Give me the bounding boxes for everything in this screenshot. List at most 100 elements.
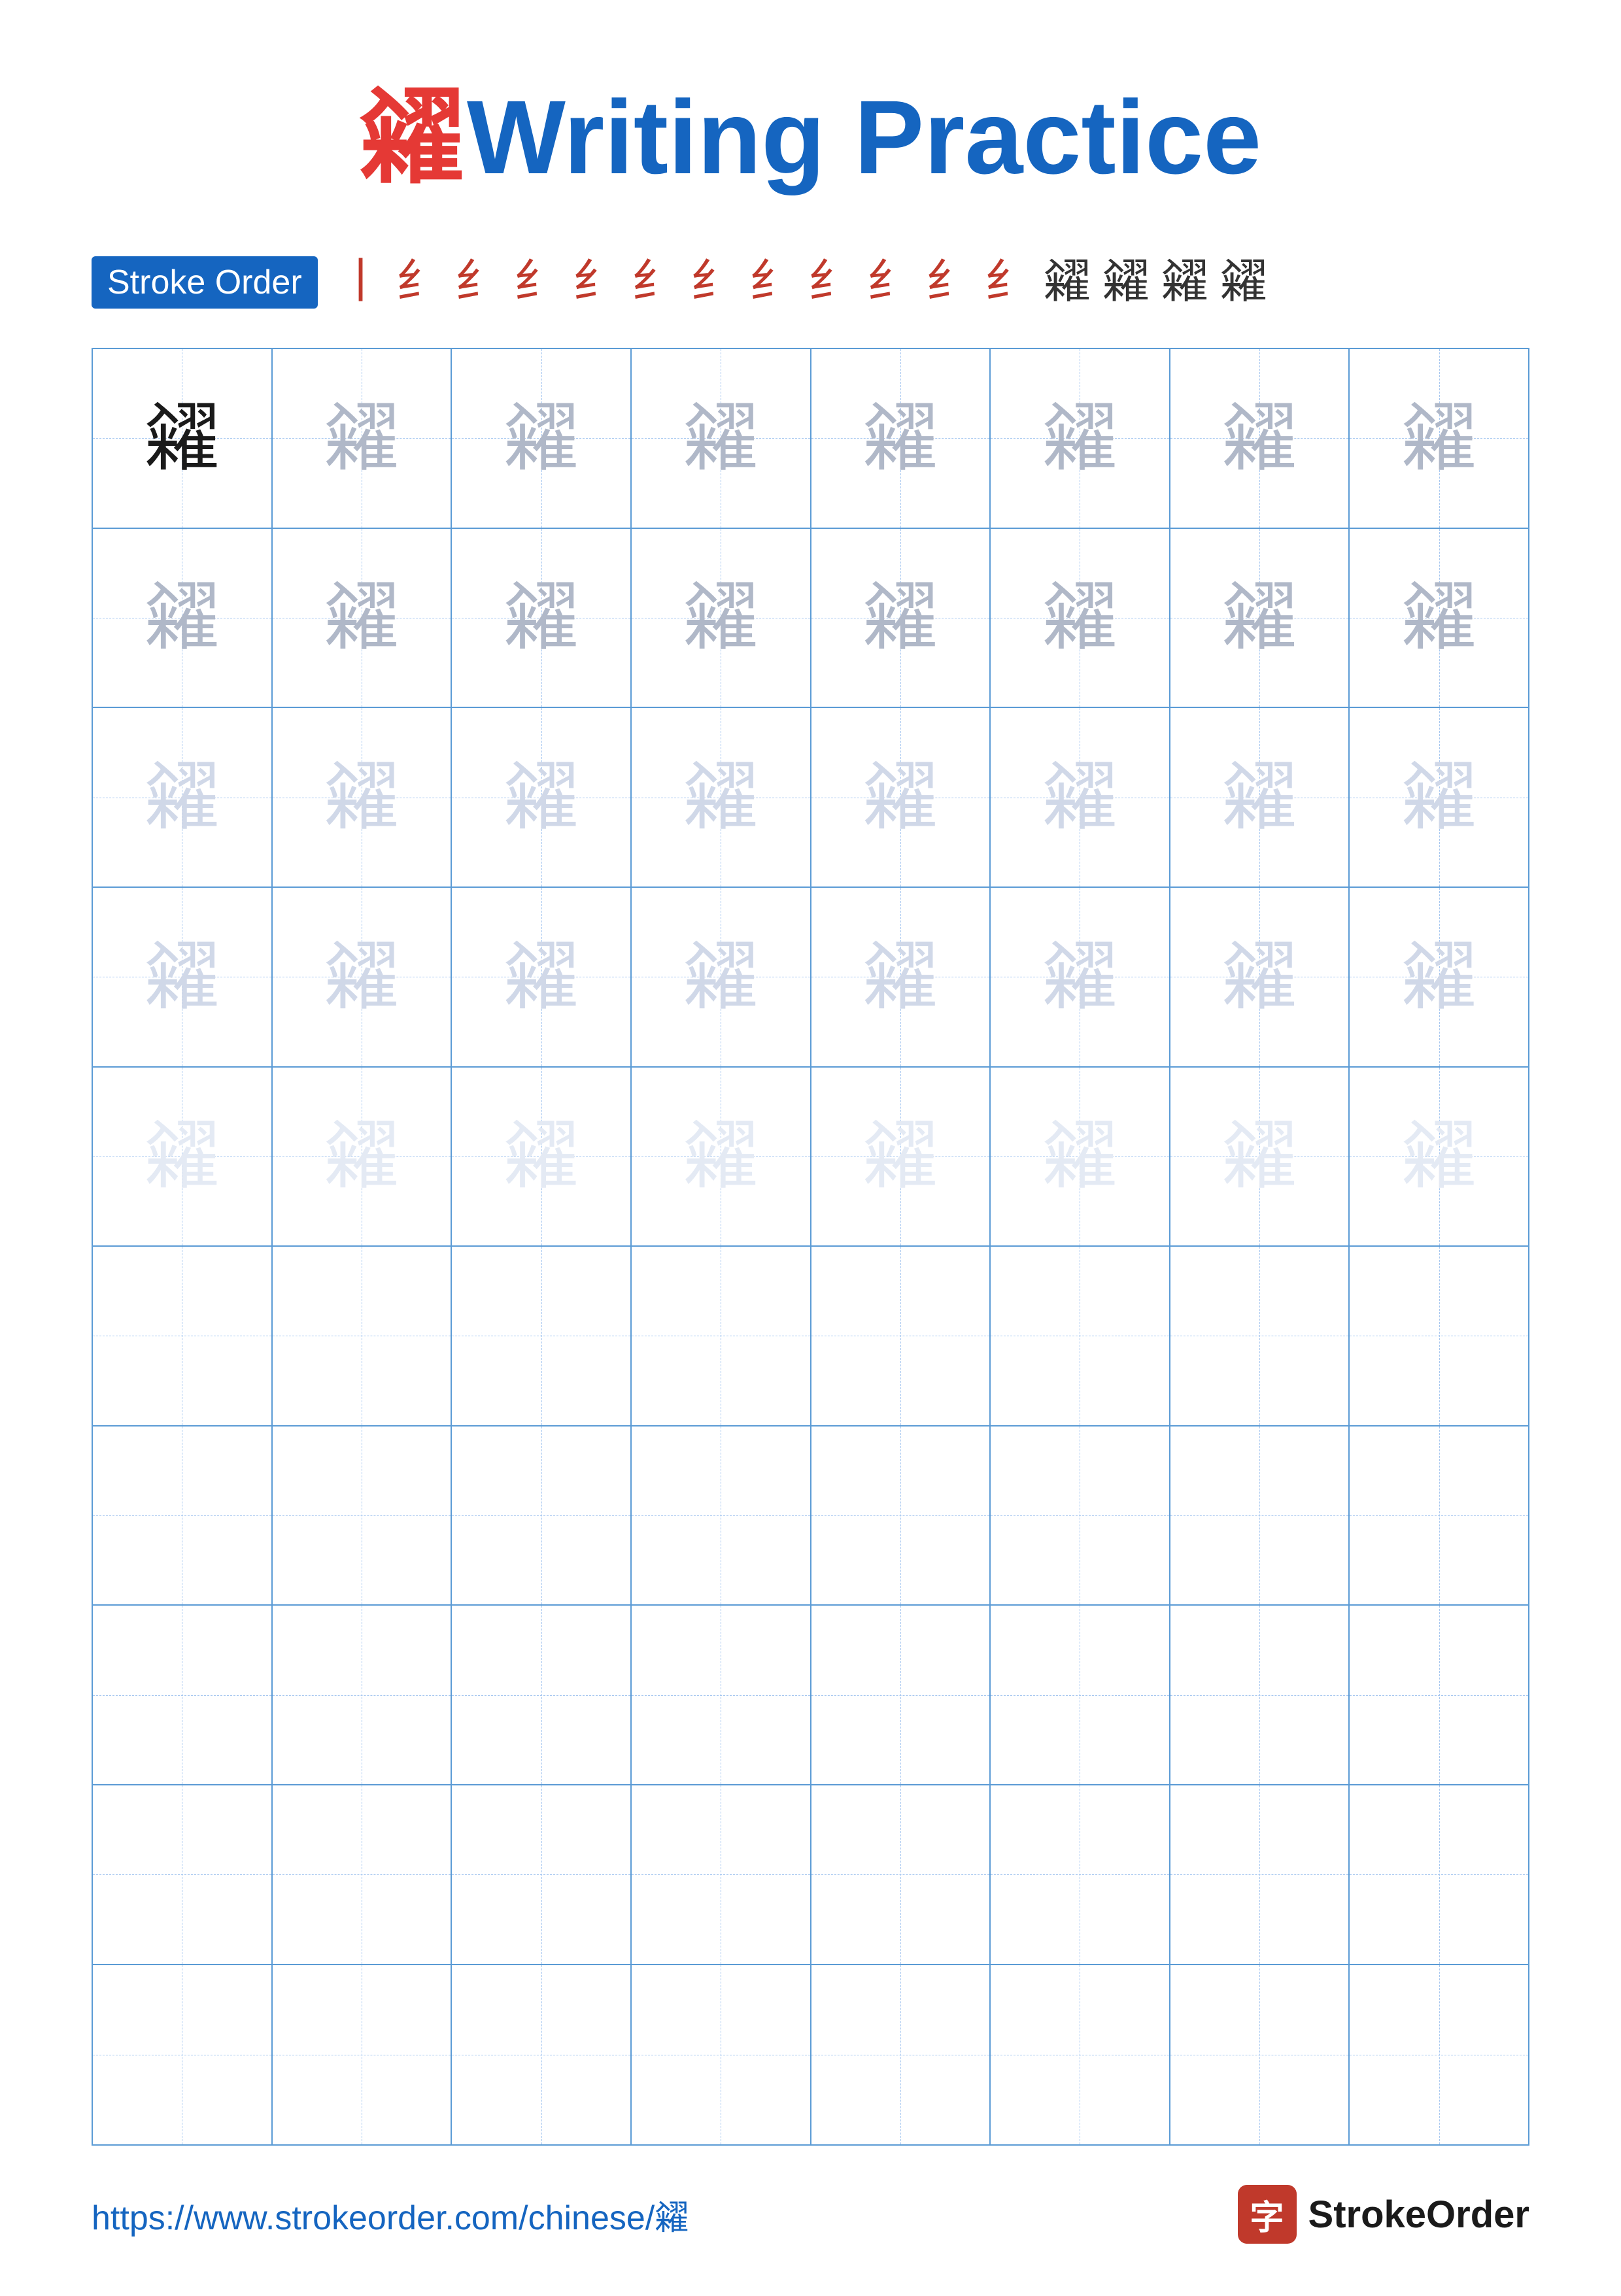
grid-cell-5-8[interactable]: 糴 [1350, 1068, 1528, 1247]
grid-cell-4-3[interactable]: 糴 [452, 888, 632, 1068]
grid-cell-9-1[interactable] [93, 1785, 273, 1965]
char-display: 糴 [503, 939, 579, 1015]
char-display: 糴 [324, 1119, 399, 1194]
grid-cell-9-4[interactable] [632, 1785, 811, 1965]
grid-cell-5-5[interactable]: 糴 [811, 1068, 991, 1247]
grid-cell-6-4[interactable] [632, 1247, 811, 1427]
char-display: 糴 [503, 1119, 579, 1194]
grid-cell-7-8[interactable] [1350, 1427, 1528, 1606]
char-display: 糴 [862, 1119, 938, 1194]
grid-cell-2-7[interactable]: 糴 [1170, 529, 1350, 709]
char-display: 糴 [683, 1119, 759, 1194]
grid-cell-3-4[interactable]: 糴 [632, 708, 811, 888]
grid-cell-4-4[interactable]: 糴 [632, 888, 811, 1068]
grid-cell-4-8[interactable]: 糴 [1350, 888, 1528, 1068]
grid-cell-3-1[interactable]: 糴 [93, 708, 273, 888]
grid-cell-2-1[interactable]: 糴 [93, 529, 273, 709]
grid-cell-6-1[interactable] [93, 1247, 273, 1427]
footer-url[interactable]: https://www.strokeorder.com/chinese/糴 [92, 2190, 689, 2239]
grid-cell-2-3[interactable]: 糴 [452, 529, 632, 709]
stroke-4: 纟 [514, 256, 561, 308]
grid-cell-8-4[interactable] [632, 1606, 811, 1785]
grid-cell-8-7[interactable] [1170, 1606, 1350, 1785]
grid-cell-9-5[interactable] [811, 1785, 991, 1965]
grid-cell-3-2[interactable]: 糴 [273, 708, 452, 888]
char-display: 糴 [683, 401, 759, 476]
grid-cell-1-4[interactable]: 糴 [632, 349, 811, 529]
grid-row-9 [93, 1785, 1528, 1965]
grid-cell-2-6[interactable]: 糴 [991, 529, 1170, 709]
grid-cell-10-1[interactable] [93, 1965, 273, 2145]
grid-cell-7-3[interactable] [452, 1427, 632, 1606]
grid-cell-5-2[interactable]: 糴 [273, 1068, 452, 1247]
char-display: 糴 [862, 760, 938, 835]
grid-cell-2-2[interactable]: 糴 [273, 529, 452, 709]
grid-cell-5-1[interactable]: 糴 [93, 1068, 273, 1247]
grid-cell-6-5[interactable] [811, 1247, 991, 1427]
logo-icon: 字 [1238, 2185, 1297, 2244]
grid-cell-9-6[interactable] [991, 1785, 1170, 1965]
grid-cell-4-1[interactable]: 糴 [93, 888, 273, 1068]
grid-cell-3-7[interactable]: 糴 [1170, 708, 1350, 888]
grid-cell-5-4[interactable]: 糴 [632, 1068, 811, 1247]
grid-cell-6-2[interactable] [273, 1247, 452, 1427]
char-display: 糴 [862, 401, 938, 476]
grid-cell-2-8[interactable]: 糴 [1350, 529, 1528, 709]
grid-cell-6-8[interactable] [1350, 1247, 1528, 1427]
char-display: 糴 [324, 939, 399, 1015]
grid-cell-10-7[interactable] [1170, 1965, 1350, 2145]
grid-cell-8-6[interactable] [991, 1606, 1170, 1785]
stroke-11: 纟 [926, 256, 973, 308]
grid-cell-5-3[interactable]: 糴 [452, 1068, 632, 1247]
grid-cell-7-6[interactable] [991, 1427, 1170, 1606]
grid-cell-5-7[interactable]: 糴 [1170, 1068, 1350, 1247]
grid-cell-8-1[interactable] [93, 1606, 273, 1785]
grid-cell-5-6[interactable]: 糴 [991, 1068, 1170, 1247]
grid-cell-7-5[interactable] [811, 1427, 991, 1606]
grid-cell-3-6[interactable]: 糴 [991, 708, 1170, 888]
grid-cell-1-3[interactable]: 糴 [452, 349, 632, 529]
grid-cell-3-5[interactable]: 糴 [811, 708, 991, 888]
grid-cell-6-7[interactable] [1170, 1247, 1350, 1427]
grid-cell-9-2[interactable] [273, 1785, 452, 1965]
char-display: 糴 [683, 580, 759, 655]
grid-cell-10-4[interactable] [632, 1965, 811, 2145]
grid-cell-9-7[interactable] [1170, 1785, 1350, 1965]
grid-cell-1-6[interactable]: 糴 [991, 349, 1170, 529]
char-display: 糴 [1042, 401, 1118, 476]
grid-cell-8-8[interactable] [1350, 1606, 1528, 1785]
grid-cell-3-8[interactable]: 糴 [1350, 708, 1528, 888]
grid-cell-6-3[interactable] [452, 1247, 632, 1427]
grid-cell-1-2[interactable]: 糴 [273, 349, 452, 529]
grid-cell-7-2[interactable] [273, 1427, 452, 1606]
grid-cell-1-7[interactable]: 糴 [1170, 349, 1350, 529]
grid-cell-4-6[interactable]: 糴 [991, 888, 1170, 1068]
grid-cell-9-3[interactable] [452, 1785, 632, 1965]
grid-cell-3-3[interactable]: 糴 [452, 708, 632, 888]
grid-cell-4-7[interactable]: 糴 [1170, 888, 1350, 1068]
grid-cell-1-8[interactable]: 糴 [1350, 349, 1528, 529]
grid-cell-10-2[interactable] [273, 1965, 452, 2145]
grid-cell-9-8[interactable] [1350, 1785, 1528, 1965]
grid-cell-8-2[interactable] [273, 1606, 452, 1785]
grid-cell-2-5[interactable]: 糴 [811, 529, 991, 709]
grid-cell-10-8[interactable] [1350, 1965, 1528, 2145]
char-display: 糴 [683, 939, 759, 1015]
grid-cell-8-3[interactable] [452, 1606, 632, 1785]
grid-cell-10-3[interactable] [452, 1965, 632, 2145]
stroke-13: 糴 [1044, 256, 1091, 308]
grid-cell-4-2[interactable]: 糴 [273, 888, 452, 1068]
grid-cell-1-5[interactable]: 糴 [811, 349, 991, 529]
grid-cell-8-5[interactable] [811, 1606, 991, 1785]
grid-cell-2-4[interactable]: 糴 [632, 529, 811, 709]
char-display: 糴 [503, 401, 579, 476]
grid-cell-7-4[interactable] [632, 1427, 811, 1606]
grid-cell-1-1[interactable]: 糴 [93, 349, 273, 529]
grid-cell-6-6[interactable] [991, 1247, 1170, 1427]
grid-cell-10-6[interactable] [991, 1965, 1170, 2145]
grid-cell-4-5[interactable]: 糴 [811, 888, 991, 1068]
grid-cell-7-1[interactable] [93, 1427, 273, 1606]
grid-cell-7-7[interactable] [1170, 1427, 1350, 1606]
grid-cell-10-5[interactable] [811, 1965, 991, 2145]
char-display: 糴 [1042, 1119, 1118, 1194]
